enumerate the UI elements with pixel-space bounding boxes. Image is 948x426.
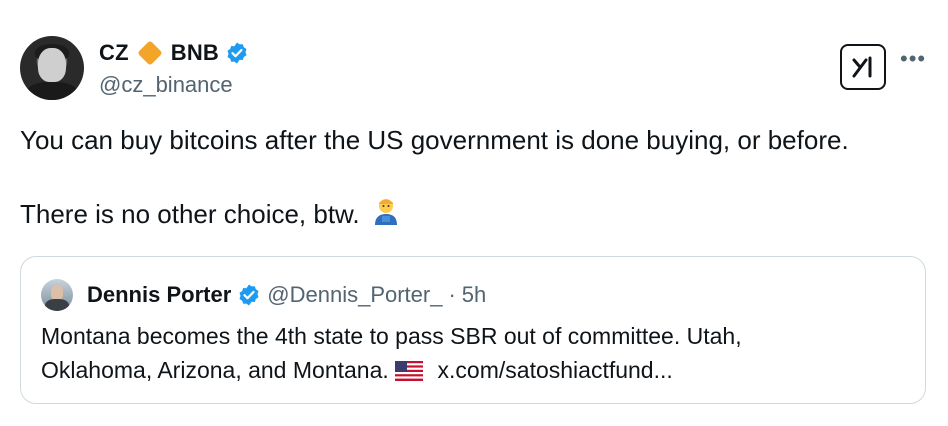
diamond-icon: [137, 40, 163, 66]
quoted-header: Dennis Porter @Dennis_Porter_ · 5h: [41, 279, 486, 311]
quoted-separator: ·: [448, 282, 456, 307]
author-name[interactable]: CZ: [99, 40, 129, 66]
quoted-author-handle[interactable]: @Dennis_Porter_: [267, 282, 442, 308]
tweet-line-1: You can buy bitcoins after the US govern…: [20, 125, 849, 155]
quoted-body: Montana becomes the 4th state to pass SB…: [41, 319, 901, 390]
tweet-body: You can buy bitcoins after the US govern…: [20, 122, 930, 236]
x-grok-logo-icon[interactable]: [840, 44, 886, 90]
quoted-timestamp[interactable]: 5h: [462, 282, 486, 308]
author-avatar[interactable]: [20, 36, 84, 100]
quoted-author-name[interactable]: Dennis Porter: [87, 282, 231, 308]
tweet-header: CZ BNB @cz_binance •••: [20, 34, 928, 104]
farmer-emoji-icon: [371, 196, 401, 236]
quoted-line-1: Montana becomes the 4th state to pass SB…: [41, 323, 742, 349]
quoted-link[interactable]: x.com/satoshiactfund...: [438, 357, 673, 383]
quoted-avatar[interactable]: [41, 279, 73, 311]
us-flag-icon: [395, 356, 424, 390]
more-dots-icon[interactable]: •••: [900, 46, 926, 72]
verified-badge-icon[interactable]: [225, 41, 249, 65]
quoted-line-2: Oklahoma, Arizona, and Montana. x.com/sa…: [41, 353, 901, 390]
verified-badge-icon[interactable]: [237, 283, 261, 307]
author-handle[interactable]: @cz_binance: [99, 72, 233, 98]
author-name-suffix[interactable]: BNB: [171, 40, 219, 66]
author-name-row: CZ BNB: [99, 40, 249, 66]
tweet-line-2-text: There is no other choice, btw.: [20, 199, 360, 229]
quoted-tweet[interactable]: Dennis Porter @Dennis_Porter_ · 5h Monta…: [20, 256, 926, 404]
tweet-line-2: There is no other choice, btw.: [20, 196, 930, 236]
quoted-line-2-text: Oklahoma, Arizona, and Montana.: [41, 357, 389, 383]
